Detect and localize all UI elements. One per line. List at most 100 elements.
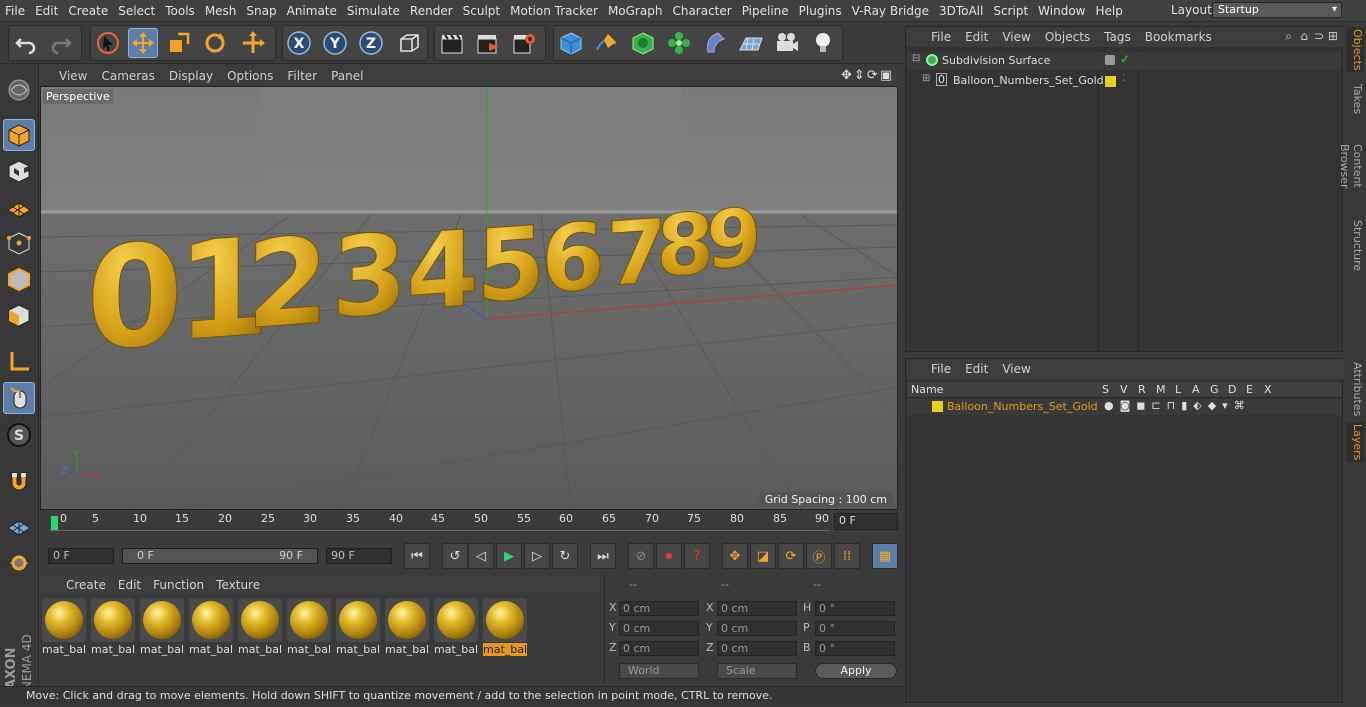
- menu-character[interactable]: Character: [667, 4, 736, 18]
- objects-home-icon[interactable]: ⌂: [1300, 29, 1308, 43]
- menu-plugins[interactable]: Plugins: [794, 4, 847, 18]
- camera-button[interactable]: [772, 28, 802, 58]
- current-frame-field[interactable]: 0 F: [834, 513, 898, 530]
- menu-tools[interactable]: Tools: [160, 4, 200, 18]
- live-selection-button[interactable]: [93, 28, 123, 58]
- enable-snap-grid-button[interactable]: [3, 511, 35, 543]
- key-pla-button[interactable]: ⁞⁞: [834, 543, 860, 569]
- collapse-icon[interactable]: ⊟: [912, 53, 920, 64]
- material-menu-create[interactable]: Create: [60, 578, 112, 592]
- menu-snap[interactable]: Snap: [241, 4, 281, 18]
- layer-color-swatch[interactable]: [1105, 76, 1116, 87]
- end-frame-field[interactable]: 90 F: [326, 548, 392, 564]
- menu-render[interactable]: Render: [405, 4, 458, 18]
- viewport-menu-display[interactable]: Display: [162, 69, 220, 83]
- preview-range-slider[interactable]: 0 F 90 F: [122, 548, 318, 564]
- menu-vray-bridge[interactable]: V-Ray Bridge: [847, 4, 934, 18]
- layer-row[interactable]: Balloon_Numbers_Set_Gold ●◙◼⊏⊓▮⬖◆▾⌘: [908, 399, 1342, 415]
- position-x-field[interactable]: 0 cm: [619, 601, 699, 616]
- texture-mode-button[interactable]: [3, 155, 35, 187]
- redo-button[interactable]: [46, 28, 76, 58]
- objects-nav-icon[interactable]: ⊃ ⊞: [1314, 29, 1338, 43]
- perspective-viewport[interactable]: 0 1 2 3 4 5 6 7 8 9 Y X Z Perspective Gr…: [40, 86, 898, 510]
- object-row-subdivision[interactable]: ⊟ Subdivision Surface ✓: [908, 52, 1340, 70]
- snap-settings-button[interactable]: [3, 546, 35, 578]
- layer-color-swatch[interactable]: [932, 401, 943, 412]
- y-axis-button[interactable]: Y: [320, 28, 350, 58]
- render-view-button[interactable]: [437, 28, 467, 58]
- objects-menu-edit[interactable]: Edit: [958, 30, 995, 44]
- menu-window[interactable]: Window: [1033, 4, 1090, 18]
- viewport-menu-panel[interactable]: Panel: [324, 69, 370, 83]
- light-button[interactable]: [808, 28, 838, 58]
- objects-search-icon[interactable]: ⌕: [1285, 29, 1292, 44]
- key-position-button[interactable]: ✥: [722, 543, 748, 569]
- size-x-field[interactable]: 0 cm: [717, 601, 797, 616]
- apply-button[interactable]: Apply: [815, 663, 897, 679]
- objects-menu-tags[interactable]: Tags: [1097, 30, 1138, 44]
- next-frame-button[interactable]: ▷: [524, 543, 550, 569]
- menu-sculpt[interactable]: Sculpt: [458, 4, 505, 18]
- layer-name[interactable]: Balloon_Numbers_Set_Gold: [947, 400, 1098, 413]
- tab-layers[interactable]: Layers: [1346, 422, 1364, 462]
- cloner-button[interactable]: [664, 28, 694, 58]
- material-swatch-selected[interactable]: mat_bal: [483, 598, 527, 658]
- key-rotation-button[interactable]: ⟳: [778, 543, 804, 569]
- menu-simulate[interactable]: Simulate: [342, 4, 405, 18]
- layers-menu-view[interactable]: View: [995, 362, 1037, 376]
- objects-menu-objects[interactable]: Objects: [1038, 30, 1097, 44]
- menu-help[interactable]: Help: [1090, 4, 1127, 18]
- menu-select[interactable]: Select: [113, 4, 160, 18]
- rotation-p-field[interactable]: 0 °: [815, 621, 895, 636]
- size-z-field[interactable]: 0 cm: [717, 641, 797, 656]
- material-swatch[interactable]: mat_bal: [189, 598, 233, 658]
- position-z-field[interactable]: 0 cm: [619, 641, 699, 656]
- floor-object-button[interactable]: [736, 28, 766, 58]
- objects-menu-bookmarks[interactable]: Bookmarks: [1138, 30, 1219, 44]
- objects-menu-file[interactable]: File: [924, 30, 958, 44]
- expand-icon[interactable]: ⊞: [922, 73, 930, 84]
- viewport-menu-filter[interactable]: Filter: [280, 69, 324, 83]
- menu-motion-tracker[interactable]: Motion Tracker: [505, 4, 603, 18]
- goto-start-button[interactable]: ⏮: [404, 543, 430, 569]
- rotate-tool-button[interactable]: [200, 28, 230, 58]
- axis-mode-button[interactable]: [3, 346, 35, 378]
- tab-objects[interactable]: Objects: [1346, 28, 1364, 72]
- menu-pipeline[interactable]: Pipeline: [737, 4, 794, 18]
- material-swatch[interactable]: mat_bal: [385, 598, 429, 658]
- enabled-check-icon[interactable]: ✓: [1120, 52, 1130, 66]
- workplane-mode-button[interactable]: [3, 191, 35, 223]
- pen-spline-button[interactable]: [592, 28, 622, 58]
- menu-animate[interactable]: Animate: [282, 4, 342, 18]
- render-to-picture-viewer-button[interactable]: [473, 28, 503, 58]
- layout-select[interactable]: Startup: [1212, 2, 1342, 18]
- visibility-dots-icon[interactable]: [1105, 55, 1115, 65]
- prev-key-button[interactable]: ↺: [442, 543, 468, 569]
- goto-end-button[interactable]: ⏭: [590, 543, 616, 569]
- material-swatch[interactable]: mat_bal: [140, 598, 184, 658]
- material-swatch[interactable]: mat_bal: [91, 598, 135, 658]
- tab-attributes[interactable]: Attributes: [1346, 362, 1364, 416]
- material-swatch[interactable]: mat_bal: [287, 598, 331, 658]
- material-swatch[interactable]: mat_bal: [434, 598, 478, 658]
- timeline-current-marker[interactable]: [51, 516, 58, 530]
- autokey-button[interactable]: ⏺: [656, 543, 682, 569]
- viewport-menu-view[interactable]: View: [52, 69, 94, 83]
- edges-mode-button[interactable]: [3, 263, 35, 295]
- rotation-b-field[interactable]: 0 °: [815, 641, 895, 656]
- keyframe-selection-button[interactable]: ?: [684, 543, 710, 569]
- visibility-dots-icon[interactable]: ⁚: [1122, 73, 1125, 84]
- transform-tool-button[interactable]: [238, 28, 268, 58]
- move-tool-button[interactable]: [128, 28, 158, 58]
- cube-object-button[interactable]: [556, 28, 586, 58]
- tab-structure[interactable]: Structure: [1346, 220, 1364, 271]
- viewport-menu-cameras[interactable]: Cameras: [94, 69, 161, 83]
- object-row-balloon-set[interactable]: ⊞ 0 Balloon_Numbers_Set_Gold ⁚: [908, 72, 1340, 90]
- layers-menu-edit[interactable]: Edit: [958, 362, 995, 376]
- x-axis-button[interactable]: X: [284, 28, 314, 58]
- menu-create[interactable]: Create: [63, 4, 113, 18]
- rotation-h-field[interactable]: 0 °: [815, 601, 895, 616]
- viewport-nav-icons[interactable]: ✥⇕⟳▣: [841, 68, 894, 83]
- menu-file[interactable]: File: [0, 4, 30, 18]
- key-parameter-button[interactable]: Ⓟ: [806, 543, 832, 569]
